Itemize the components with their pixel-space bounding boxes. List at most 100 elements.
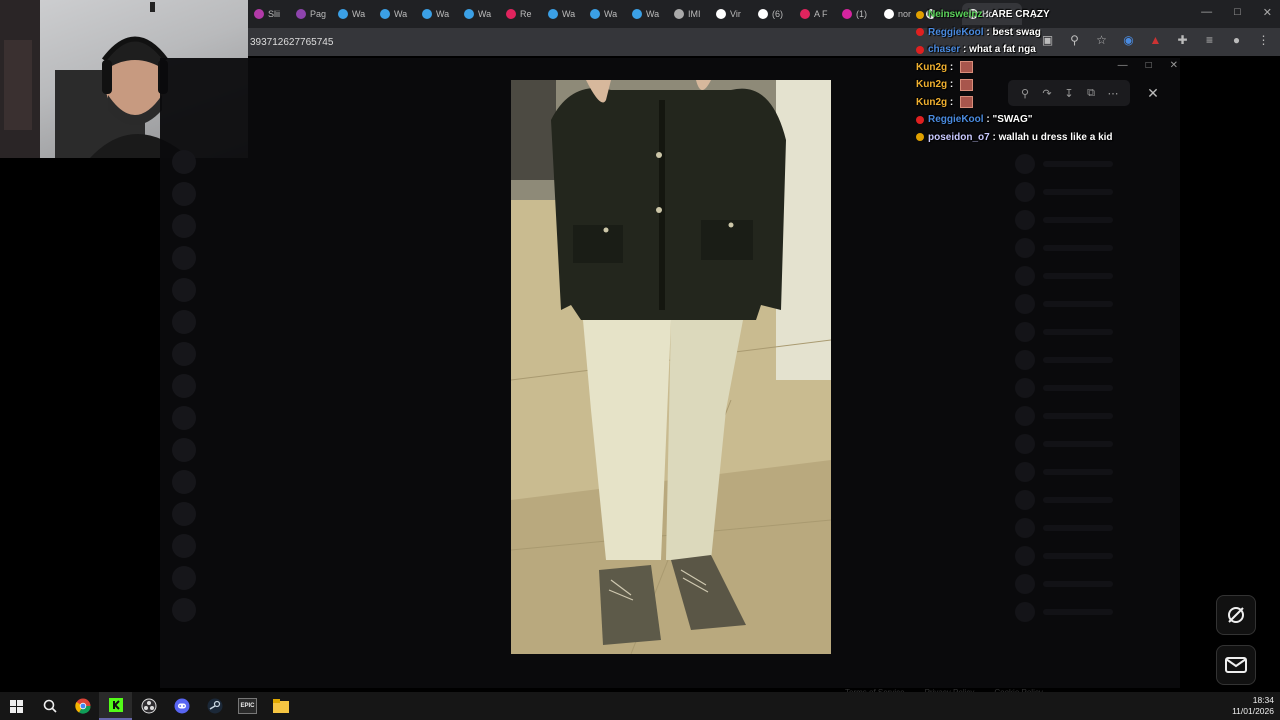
tab-label: Wa bbox=[478, 9, 492, 19]
member-item[interactable] bbox=[1015, 150, 1175, 178]
server-icon[interactable] bbox=[172, 246, 196, 270]
chat-badge-icon bbox=[916, 115, 924, 124]
member-item[interactable] bbox=[1015, 234, 1175, 262]
maximize-icon[interactable]: □ bbox=[1234, 6, 1241, 19]
minimize-icon[interactable]: — bbox=[1201, 6, 1212, 19]
server-icon[interactable] bbox=[172, 502, 196, 526]
browser-tab[interactable]: Re bbox=[500, 3, 542, 25]
profile-avatar-icon[interactable]: ● bbox=[1230, 34, 1243, 47]
windows-start-button[interactable] bbox=[0, 692, 33, 720]
server-icon[interactable] bbox=[172, 470, 196, 494]
member-item[interactable] bbox=[1015, 290, 1175, 318]
browser-tab[interactable]: Wa bbox=[458, 3, 500, 25]
tab-label: Pag bbox=[310, 9, 327, 19]
member-item[interactable] bbox=[1015, 430, 1175, 458]
server-icon[interactable] bbox=[172, 310, 196, 334]
tab-label: Vir bbox=[730, 9, 741, 19]
extension-b-icon[interactable]: ▲ bbox=[1149, 34, 1162, 47]
server-icon[interactable] bbox=[172, 598, 196, 622]
browser-tab[interactable]: Pag bbox=[290, 3, 332, 25]
chat-emote-icon bbox=[960, 78, 973, 91]
member-item[interactable] bbox=[1015, 598, 1175, 626]
obs-icon bbox=[141, 698, 156, 714]
chat-username[interactable]: poseidon_o7 bbox=[928, 129, 990, 147]
browser-tab[interactable]: Wa bbox=[626, 3, 668, 25]
search-button[interactable] bbox=[33, 692, 66, 720]
chrome-icon bbox=[74, 698, 91, 714]
browser-tab[interactable]: Wa bbox=[584, 3, 626, 25]
system-clock[interactable]: 18:34 11/01/2026 bbox=[1232, 695, 1274, 717]
member-item[interactable] bbox=[1015, 570, 1175, 598]
chat-username[interactable]: Neinsweinz bbox=[928, 6, 982, 24]
obs-taskbar-button[interactable] bbox=[132, 692, 165, 720]
epic-games-taskbar-button[interactable]: EPIC bbox=[231, 692, 264, 720]
chat-emote-icon bbox=[960, 96, 973, 109]
server-icon[interactable] bbox=[172, 566, 196, 590]
member-item[interactable] bbox=[1015, 542, 1175, 570]
browser-tab[interactable]: Wa bbox=[416, 3, 458, 25]
server-icon[interactable] bbox=[172, 182, 196, 206]
tab-label: Wa bbox=[604, 9, 618, 19]
member-item[interactable] bbox=[1015, 402, 1175, 430]
browser-tab[interactable]: A F bbox=[794, 3, 836, 25]
member-item[interactable] bbox=[1015, 486, 1175, 514]
browser-tab[interactable]: IMI bbox=[668, 3, 710, 25]
mail-button[interactable] bbox=[1216, 645, 1256, 685]
green-app-taskbar-button[interactable] bbox=[99, 692, 132, 720]
member-item[interactable] bbox=[1015, 458, 1175, 486]
server-icon[interactable] bbox=[172, 342, 196, 366]
chrome-taskbar-button[interactable] bbox=[66, 692, 99, 720]
browser-tab[interactable]: Slii bbox=[248, 3, 290, 25]
server-icon[interactable] bbox=[172, 374, 196, 398]
chat-username[interactable]: Kun2g bbox=[916, 94, 947, 112]
member-item[interactable] bbox=[1015, 178, 1175, 206]
steam-taskbar-button[interactable] bbox=[198, 692, 231, 720]
steam-icon bbox=[207, 698, 222, 714]
tab-favicon-icon bbox=[590, 9, 600, 19]
chat-badge-icon bbox=[916, 45, 924, 54]
tab-favicon-icon bbox=[842, 9, 852, 19]
member-item[interactable] bbox=[1015, 374, 1175, 402]
server-icon[interactable] bbox=[172, 406, 196, 430]
menu-dots-icon[interactable]: ⋮ bbox=[1257, 34, 1270, 47]
member-item[interactable] bbox=[1015, 318, 1175, 346]
tab-favicon-icon bbox=[380, 9, 390, 19]
tab-favicon-icon bbox=[548, 9, 558, 19]
window-controls: — □ ✕ bbox=[1201, 6, 1272, 19]
screen: Slii Pag Wa Wa Wa Wa Re Wa Wa Wa IMI Vir (6) A F (1) no… bbox=[0, 0, 1280, 720]
chat-username[interactable]: Kun2g bbox=[916, 76, 947, 94]
member-item[interactable] bbox=[1015, 346, 1175, 374]
browser-tab[interactable]: Wa bbox=[374, 3, 416, 25]
server-icon[interactable] bbox=[172, 214, 196, 238]
server-icon[interactable] bbox=[172, 278, 196, 302]
browser-tab[interactable]: (6) bbox=[752, 3, 794, 25]
member-item[interactable] bbox=[1015, 206, 1175, 234]
browser-tab[interactable]: Wa bbox=[332, 3, 374, 25]
extensions-puzzle-icon[interactable]: ✚ bbox=[1176, 34, 1189, 47]
browser-tab[interactable]: Wa bbox=[542, 3, 584, 25]
tab-label: A F bbox=[814, 9, 828, 19]
file-explorer-taskbar-button[interactable] bbox=[264, 692, 297, 720]
chat-emote-icon bbox=[960, 61, 973, 74]
chat-username[interactable]: chaser bbox=[928, 41, 960, 59]
browser-tab[interactable]: nor bbox=[878, 3, 920, 25]
server-icon[interactable] bbox=[172, 438, 196, 462]
reading-list-icon[interactable]: ≡ bbox=[1203, 34, 1216, 47]
chat-username[interactable]: ReggieKool bbox=[928, 111, 984, 129]
member-item[interactable] bbox=[1015, 262, 1175, 290]
server-icon[interactable] bbox=[172, 534, 196, 558]
tab-favicon-icon bbox=[464, 9, 474, 19]
discord-taskbar-button[interactable] bbox=[165, 692, 198, 720]
chat-username[interactable]: ReggieKool bbox=[928, 24, 984, 42]
member-item[interactable] bbox=[1015, 514, 1175, 542]
close-icon[interactable]: ✕ bbox=[1263, 6, 1272, 19]
extension-fab-button[interactable] bbox=[1216, 595, 1256, 635]
browser-tab[interactable]: (1) bbox=[836, 3, 878, 25]
maximize-icon[interactable]: □ bbox=[1146, 60, 1152, 71]
close-icon[interactable]: ✕ bbox=[1170, 60, 1178, 71]
chat-username[interactable]: Kun2g bbox=[916, 59, 947, 77]
server-icon[interactable] bbox=[172, 150, 196, 174]
chat-message: Neinsweinz : ARE CRAZY bbox=[916, 6, 1146, 24]
browser-tab[interactable]: Vir bbox=[710, 3, 752, 25]
chat-message: Kun2g : bbox=[916, 94, 1146, 112]
